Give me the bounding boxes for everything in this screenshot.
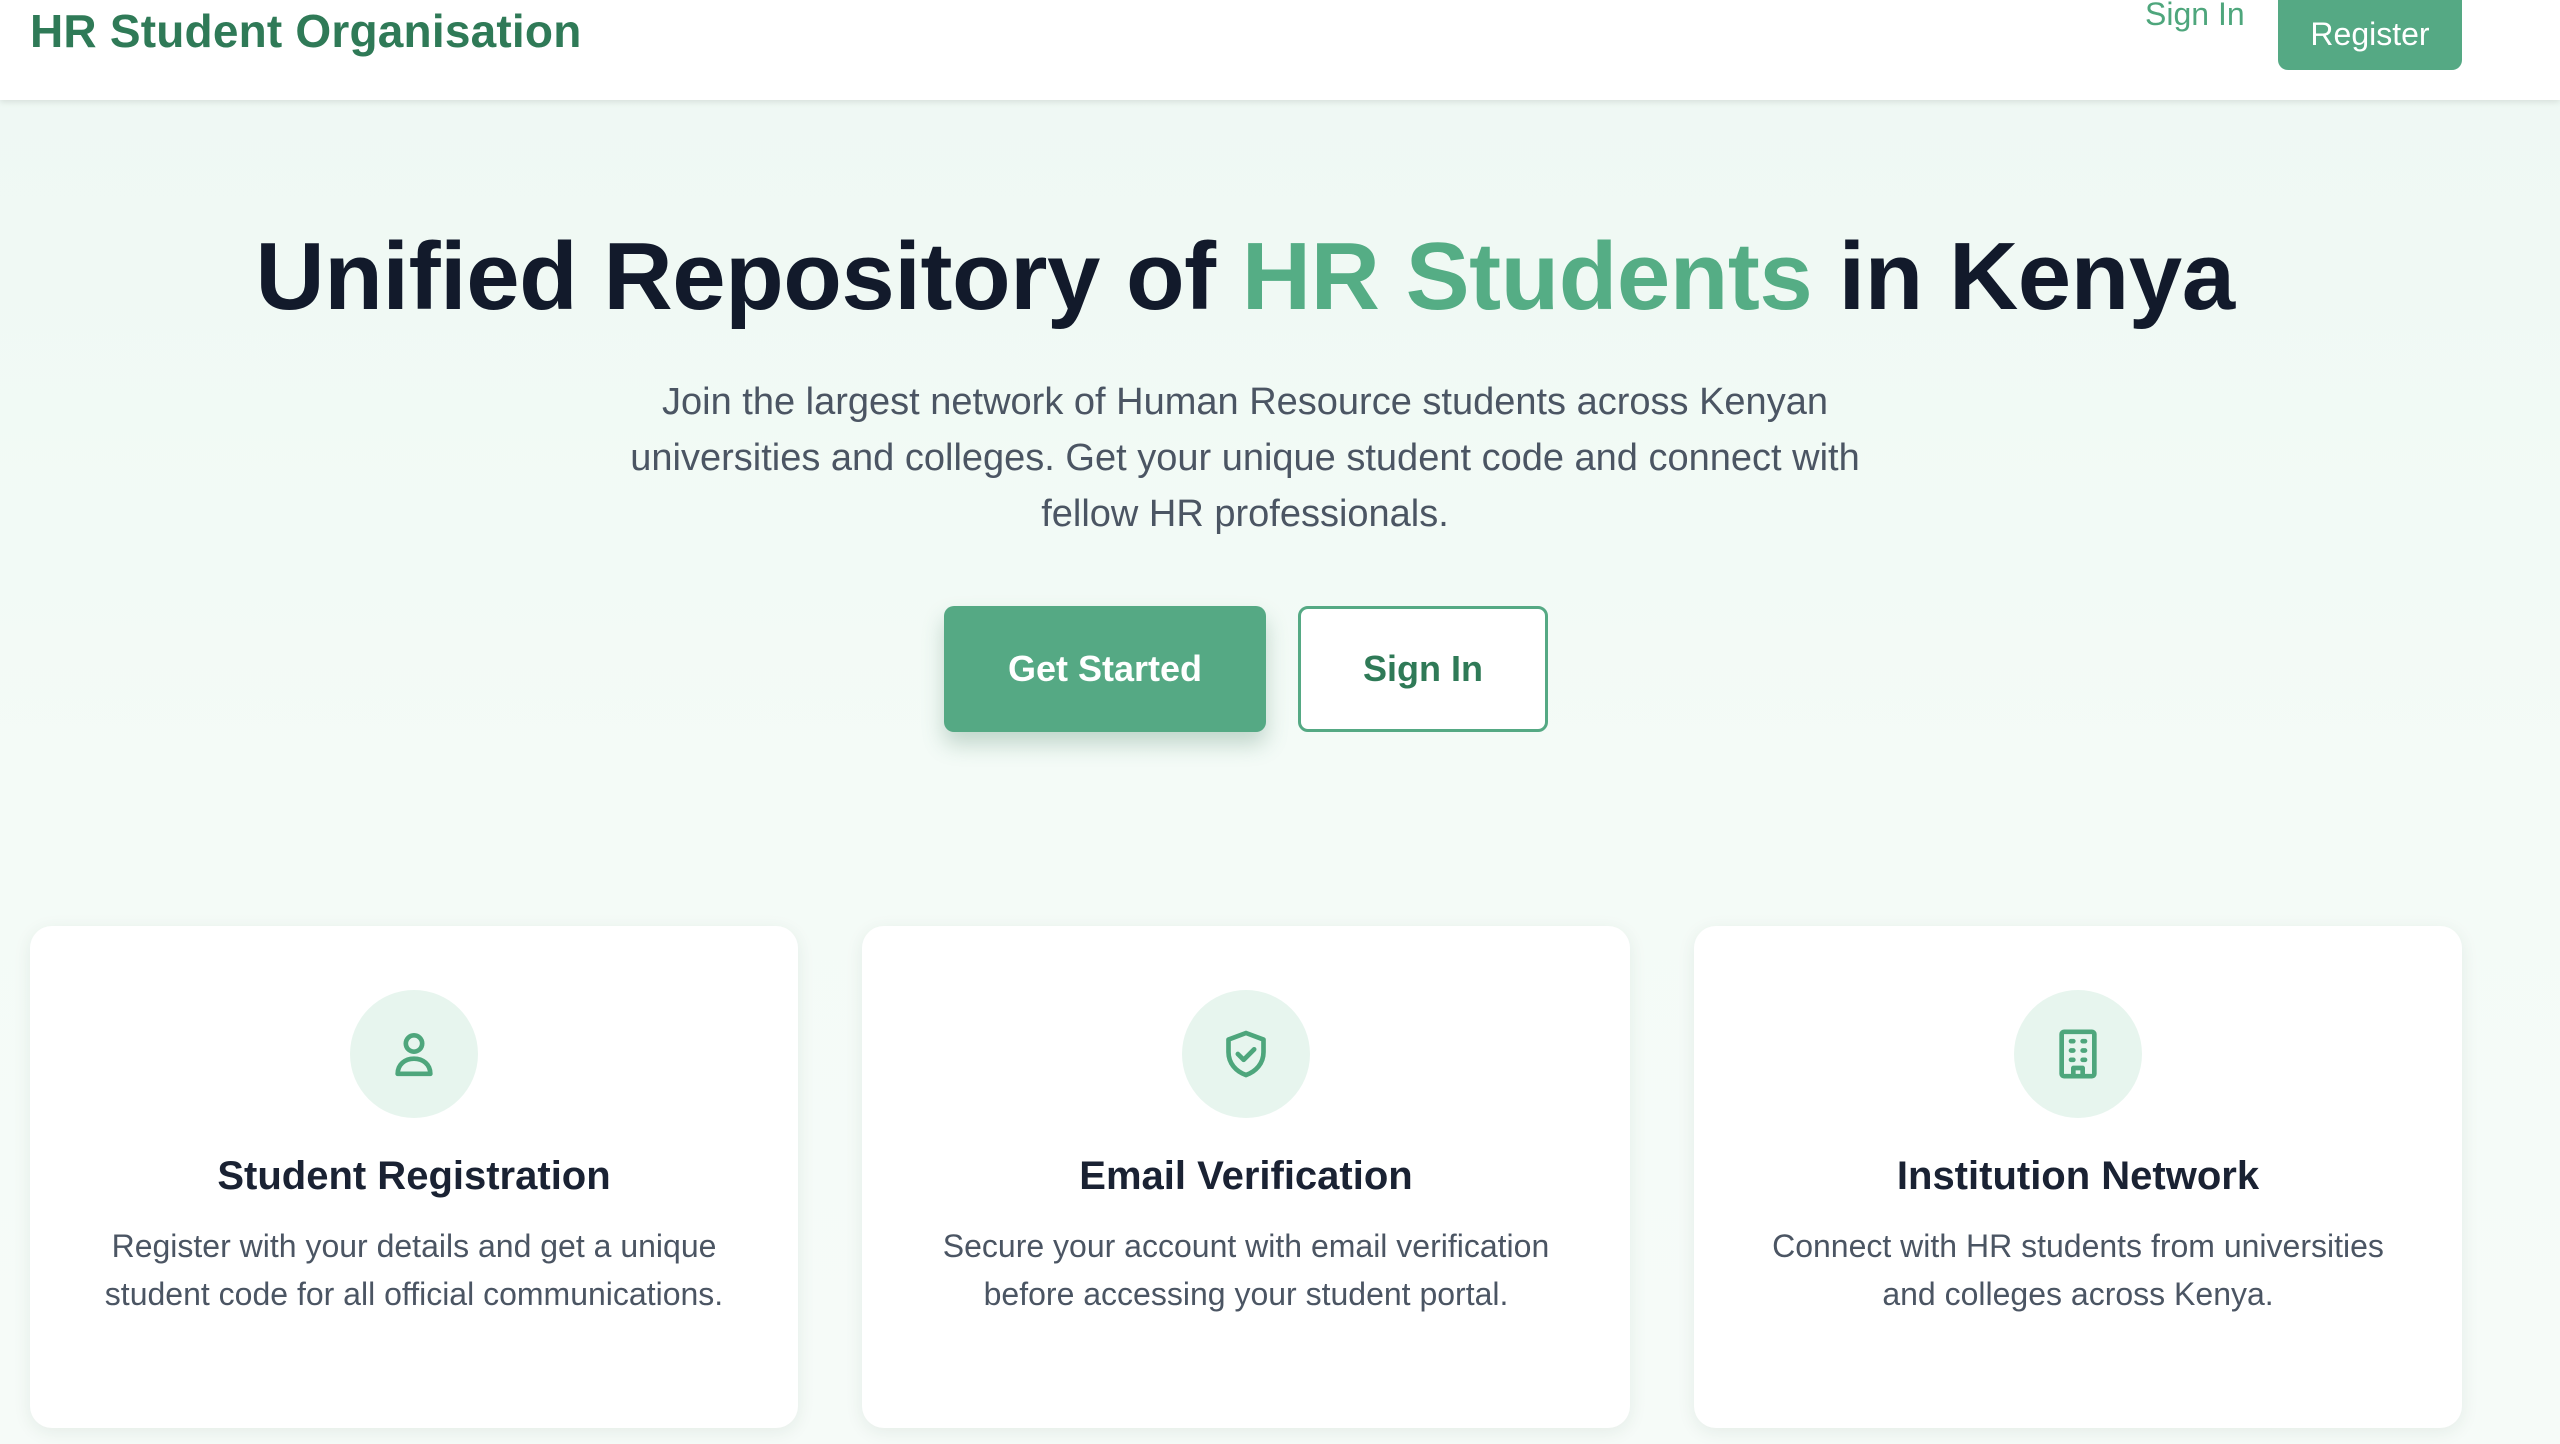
feature-card-student-registration: Student Registration Register with your … (30, 926, 798, 1428)
top-navigation-bar: HR Student Organisation Sign In Register (0, 0, 2560, 100)
feature-description: Register with your details and get a uni… (104, 1228, 724, 1312)
landing-page: HR Student Organisation Sign In Register… (0, 0, 2560, 1444)
get-started-button[interactable]: Get Started (944, 606, 1266, 732)
hero-signin-button[interactable]: Sign In (1298, 606, 1548, 732)
hero-subtitle: Join the largest network of Human Resour… (630, 381, 1860, 535)
brand-logo-text[interactable]: HR Student Organisation (30, 4, 582, 58)
hero-title-accent: HR Students (1241, 223, 1813, 330)
hero-title: Unified Repository of HR Students in Ken… (0, 222, 2490, 332)
feature-card-email-verification: Email Verification Secure your account w… (862, 926, 1630, 1428)
building-icon (2014, 990, 2142, 1118)
hero-title-start: Unified Repository of (255, 223, 1242, 330)
shield-check-icon (1182, 990, 1310, 1118)
user-icon (350, 990, 478, 1118)
feature-title: Student Registration (217, 1154, 611, 1198)
feature-title: Email Verification (1079, 1154, 1413, 1198)
feature-card-institution-network: Institution Network Connect with HR stud… (1694, 926, 2462, 1428)
nav-signin-link[interactable]: Sign In (2145, 0, 2245, 33)
feature-description: Secure your account with email verificat… (942, 1228, 1550, 1312)
nav-register-button[interactable]: Register (2278, 0, 2462, 70)
feature-description: Connect with HR students from universiti… (1772, 1228, 2384, 1312)
feature-title: Institution Network (1896, 1154, 2260, 1198)
hero-title-end: in Kenya (1812, 223, 2235, 330)
